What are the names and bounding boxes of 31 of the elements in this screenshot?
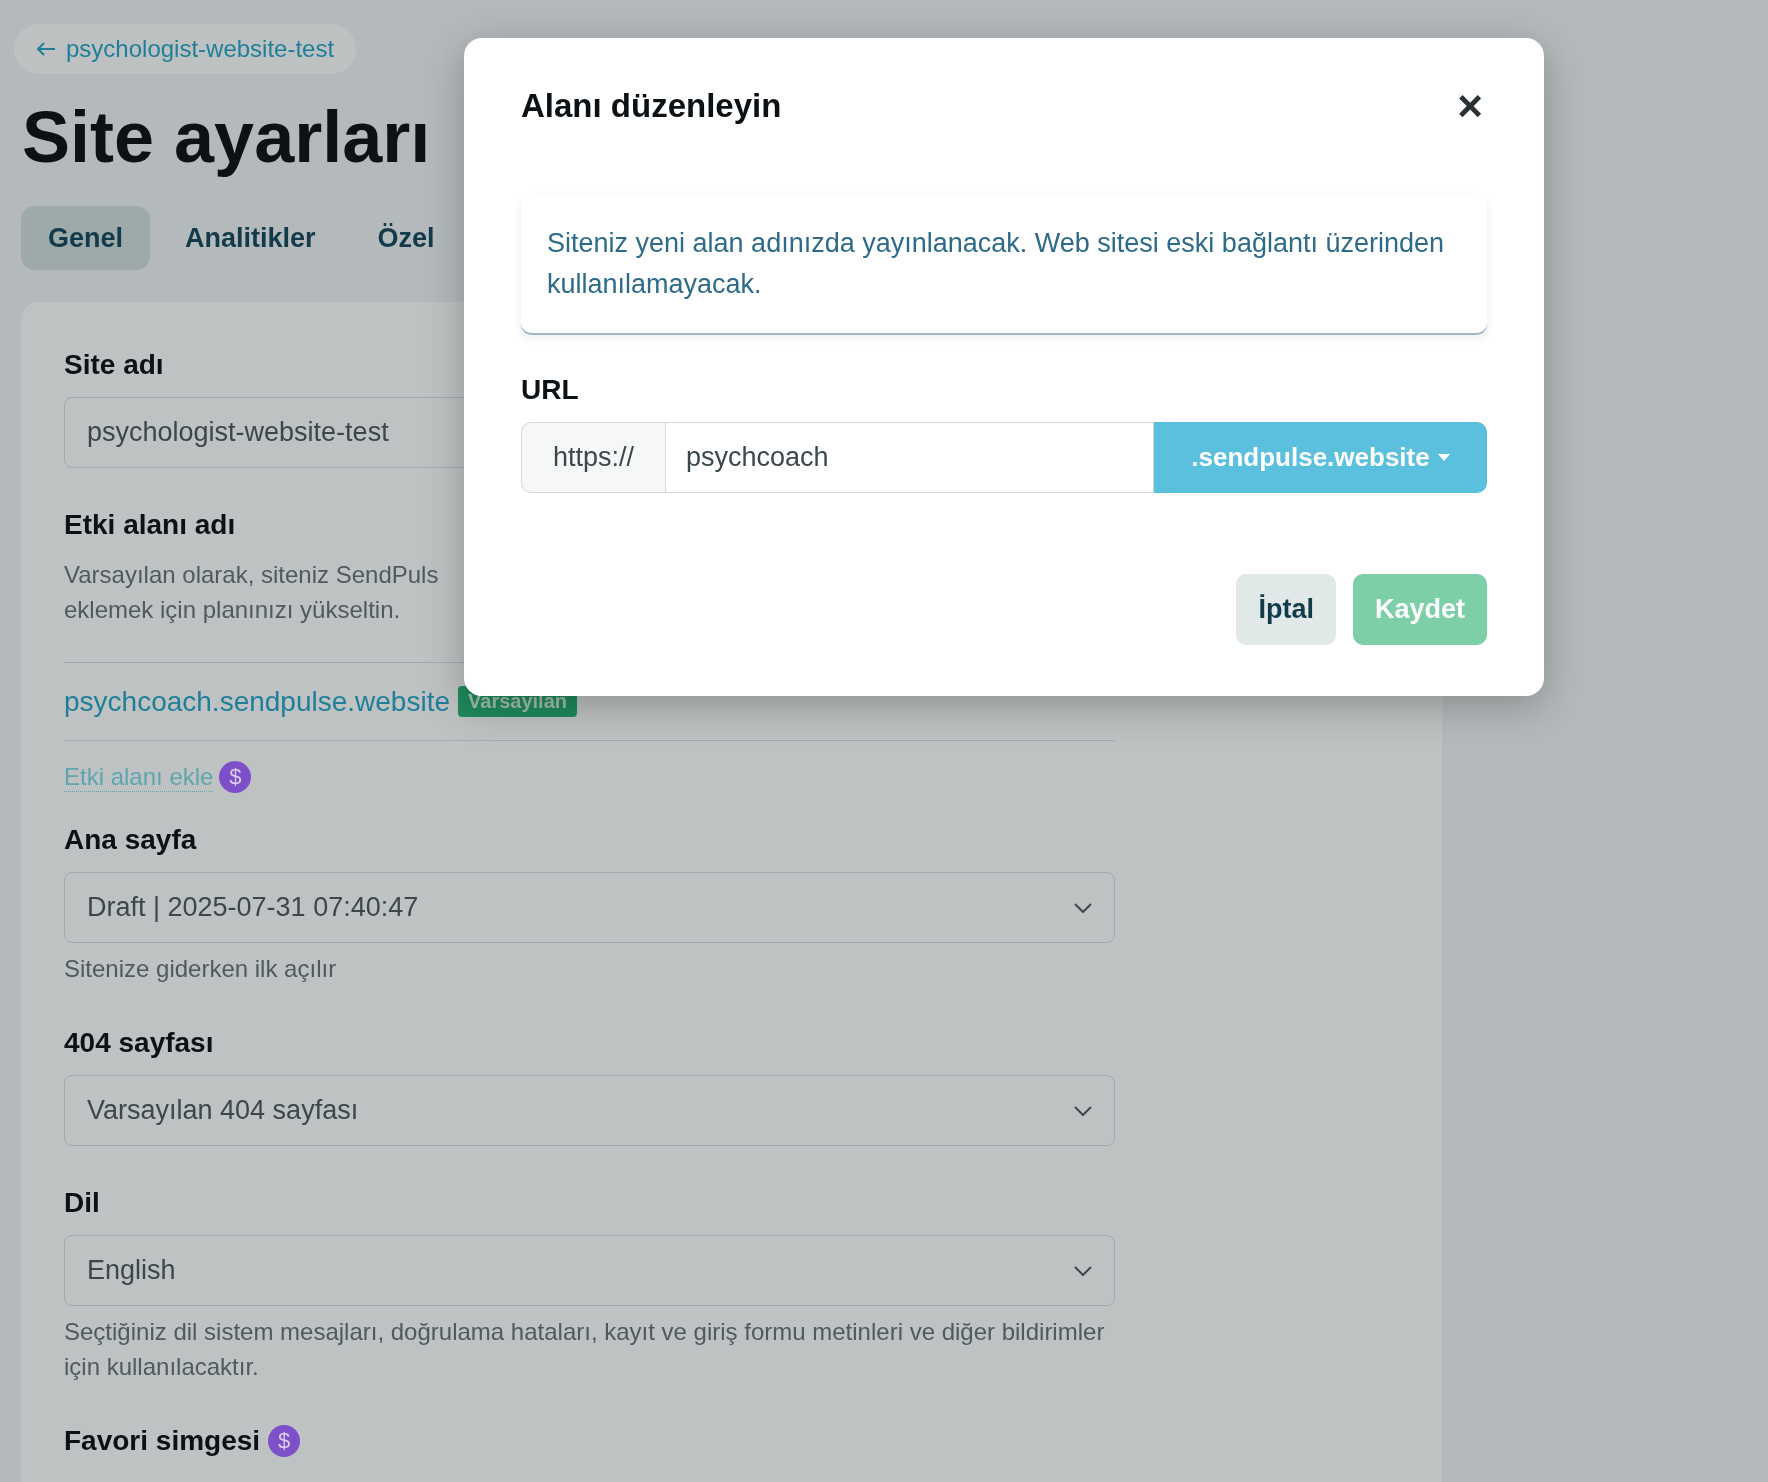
tab[interactable]: Genel [21, 206, 151, 270]
field-label: Site adı [64, 348, 164, 382]
hint-text: Sitenize giderken ilk açılır [64, 954, 337, 984]
select-field[interactable]: English [64, 1235, 1115, 1306]
arrow-left-icon [36, 41, 56, 57]
chevron-down-icon [1074, 902, 1092, 913]
field-label: URL [521, 373, 579, 407]
paid-feature-icon: $ [268, 1425, 301, 1457]
caret-icon [1437, 454, 1450, 461]
subdomain-input[interactable]: psychcoach [665, 422, 1154, 493]
chevron-down-icon [1074, 1105, 1092, 1116]
chevron-down-icon [1074, 1265, 1092, 1276]
field-label: 404 sayfası [64, 1026, 214, 1060]
url-prefix: https:// [521, 422, 665, 493]
field-label: Ana sayfa [64, 823, 197, 857]
dialog-title: Alanı düzenleyin [521, 87, 782, 125]
select-field[interactable]: Draft | 2025-07-31 07:40:47 [64, 872, 1115, 943]
description-text: eklemek için planınızı yükseltin. [64, 595, 401, 625]
cancel-button[interactable]: İptal [1236, 574, 1336, 645]
close-button[interactable]: × [1453, 84, 1487, 128]
paid-feature-icon: $ [219, 761, 252, 793]
page-title: Site ayarları [22, 97, 431, 177]
field-label: Etki alanı adı [64, 508, 236, 542]
notice-text: Siteniz yeni alan adınızda yayınlanacak. Web sitesi eski bağlantı üzerinden kullanılamayacak. [521, 195, 1487, 333]
description-text: Varsayılan olarak, siteniz SendPuls [64, 560, 439, 590]
tab[interactable]: Özel [350, 206, 462, 270]
tab[interactable]: Analitikler [158, 206, 343, 270]
field-label: Dil [64, 1186, 100, 1220]
hint-text: Seçtiğiniz dil sistem mesajları, doğrulama hataları, kayıt ve giriş formu metinleri ve diğer bildirimler için kullanılacaktır. [64, 1317, 1106, 1382]
field-label: Favori simgesi [64, 1424, 261, 1458]
select-field[interactable]: Varsayılan 404 sayfası [64, 1075, 1115, 1146]
